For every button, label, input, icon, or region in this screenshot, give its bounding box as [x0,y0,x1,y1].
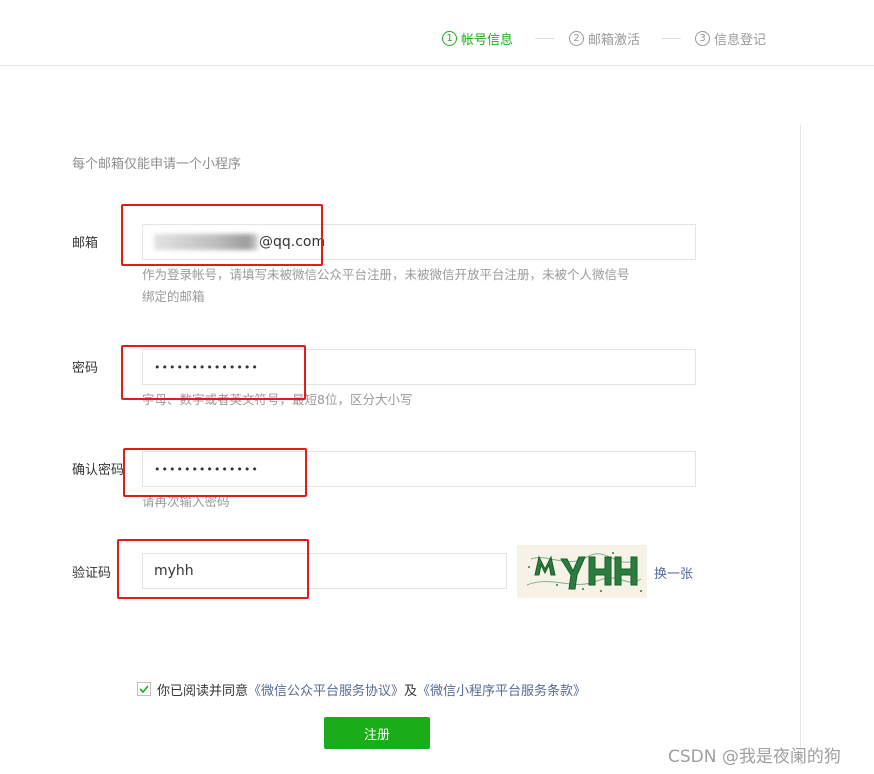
step-label: 帐号信息 [461,32,514,48]
step-number: 1 [442,30,457,46]
csdn-watermark: CSDN @我是夜阑的狗 [668,747,841,767]
step-number: 3 [695,30,710,46]
step-label: 邮箱激活 [588,32,641,48]
password-value: •••••••••••••• [154,360,259,374]
captcha-value: myhh [154,563,194,579]
right-divider [800,125,801,765]
agreement-prefix: 你已阅读并同意 [157,684,249,699]
step-label: 信息登记 [714,32,767,48]
step-email-activation: 2 邮箱激活 [569,28,640,48]
agreement-middle: 及 [404,684,418,699]
step-divider [535,38,555,39]
miniprogram-terms-link[interactable]: 《微信小程序平台服务条款》 [417,684,586,699]
form-tip: 每个邮箱仅能申请一个小程序 [72,157,242,172]
captcha-input[interactable]: myhh [142,553,507,589]
confirm-password-label: 确认密码 [72,463,125,478]
email-hint: 作为登录帐号，请填写未被微信公众平台注册，未被微信开放平台注册，未被个人微信号 … [142,264,722,308]
redacted-email-blur [154,234,258,250]
step-number: 2 [569,30,584,46]
password-field[interactable]: •••••••••••••• [142,349,696,385]
email-field[interactable]: @qq.com [142,224,696,260]
agreement-text: 你已阅读并同意《微信公众平台服务协议》及《微信小程序平台服务条款》 [157,680,586,699]
checkmark-icon [139,685,149,693]
confirm-password-field[interactable]: •••••••••••••• [142,451,696,487]
confirm-password-value: •••••••••••••• [154,462,259,476]
step-divider [661,38,681,39]
password-hint: 字母、数字或者英文符号，最短8位，区分大小写 [142,392,413,407]
service-agreement-link[interactable]: 《微信公众平台服务协议》 [248,684,404,699]
agreement-checkbox[interactable] [137,682,151,696]
captcha-graphic [526,552,642,592]
confirm-password-hint: 请再次输入密码 [142,494,230,509]
password-label: 密码 [72,361,99,376]
email-label: 邮箱 [72,236,99,251]
captcha-image[interactable] [517,545,647,598]
step-account-info: 1 帐号信息 [442,28,513,48]
email-hint-line: 作为登录帐号，请填写未被微信公众平台注册，未被微信开放平台注册，未被个人微信号 [142,267,630,282]
captcha-label: 验证码 [72,566,112,581]
refresh-captcha-link[interactable]: 换一张 [654,563,693,582]
step-info-registration: 3 信息登记 [695,28,766,48]
email-domain: @qq.com [259,234,326,250]
register-button[interactable]: 注册 [324,717,430,749]
email-hint-line: 绑定的邮箱 [142,289,205,304]
